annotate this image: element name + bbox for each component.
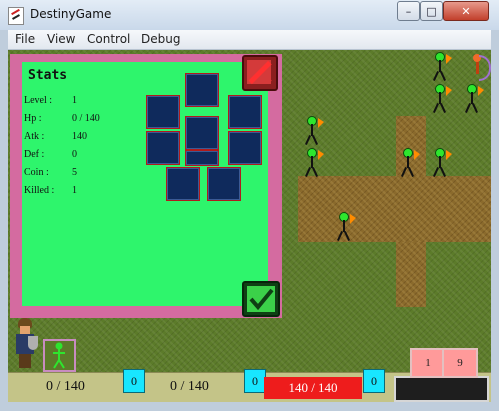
stat-hp: Hp :0 / 140 — [24, 113, 100, 124]
hp-bar: 140 / 140 — [264, 377, 362, 399]
equipment-slot-left-arm[interactable] — [146, 131, 180, 165]
selected-unit-card[interactable] — [43, 339, 76, 372]
stats-panel: Stats Level :1 Hp :0 / 140 Atk :140 Def … — [10, 54, 282, 318]
enemy-soldier[interactable] — [304, 116, 324, 146]
enemy-soldier[interactable] — [464, 84, 484, 114]
stat-def: Def :0 — [24, 149, 77, 160]
stats-content: Stats Level :1 Hp :0 / 140 Atk :140 Def … — [22, 62, 268, 306]
title-bar: DestinyGame – □ ✕ — [0, 0, 499, 30]
enemy-soldier[interactable] — [432, 84, 452, 114]
minimize-button[interactable]: – — [397, 1, 420, 21]
left-counter: 0 — [123, 369, 145, 393]
menu-debug[interactable]: Debug — [141, 32, 180, 46]
menu-control[interactable]: Control — [87, 32, 130, 46]
stat-level: Level :1 — [24, 95, 77, 106]
menu-view[interactable]: View — [47, 32, 75, 46]
stat-killed: Killed :1 — [24, 185, 77, 196]
menu-bar: File View Control Debug — [8, 30, 491, 50]
window-title: DestinyGame — [30, 7, 112, 21]
menu-file[interactable]: File — [15, 32, 35, 46]
mid-hp-text: 0 / 140 — [170, 379, 209, 394]
window-frame-bottom — [0, 402, 499, 411]
stat-coin: Coin :5 — [24, 167, 77, 178]
equipment-slot-left-foot[interactable] — [166, 167, 200, 201]
dirt-path — [396, 242, 426, 307]
stat-atk: Atk :140 — [24, 131, 87, 142]
close-x-icon[interactable] — [242, 55, 278, 91]
page-button-9[interactable]: 9 — [442, 348, 478, 378]
equipment-slot-left-hand[interactable] — [146, 95, 180, 129]
enemy-archer[interactable] — [468, 54, 491, 84]
mid-counter: 0 — [244, 369, 266, 393]
checkmark-icon[interactable] — [242, 281, 280, 317]
close-window-button[interactable]: ✕ — [443, 1, 489, 21]
app-icon — [8, 7, 24, 25]
enemy-soldier[interactable] — [432, 52, 452, 82]
enemy-soldier[interactable] — [432, 148, 452, 178]
maximize-button[interactable]: □ — [420, 1, 443, 21]
right-counter: 0 — [363, 369, 385, 393]
equipment-slot-body[interactable] — [185, 116, 219, 150]
game-window: DestinyGame – □ ✕ File View Control Debu… — [0, 0, 499, 411]
page-button-1[interactable]: 1 — [410, 348, 446, 378]
equipment-slot-right-foot[interactable] — [207, 167, 241, 201]
dirt-path — [298, 176, 491, 242]
message-box — [394, 376, 489, 402]
unit-icon — [53, 342, 65, 369]
player-hero[interactable] — [12, 318, 40, 370]
equipment-slot-right-arm[interactable] — [228, 131, 262, 165]
left-hp-text: 0 / 140 — [46, 379, 85, 394]
enemy-soldier[interactable] — [400, 148, 420, 178]
equipment-slot-right-hand[interactable] — [228, 95, 262, 129]
equipment-slot-belt[interactable] — [185, 150, 219, 166]
stats-title: Stats — [28, 68, 68, 83]
enemy-soldier[interactable] — [336, 212, 356, 242]
equipment-slot-head[interactable] — [185, 73, 219, 107]
enemy-soldier[interactable] — [304, 148, 324, 178]
